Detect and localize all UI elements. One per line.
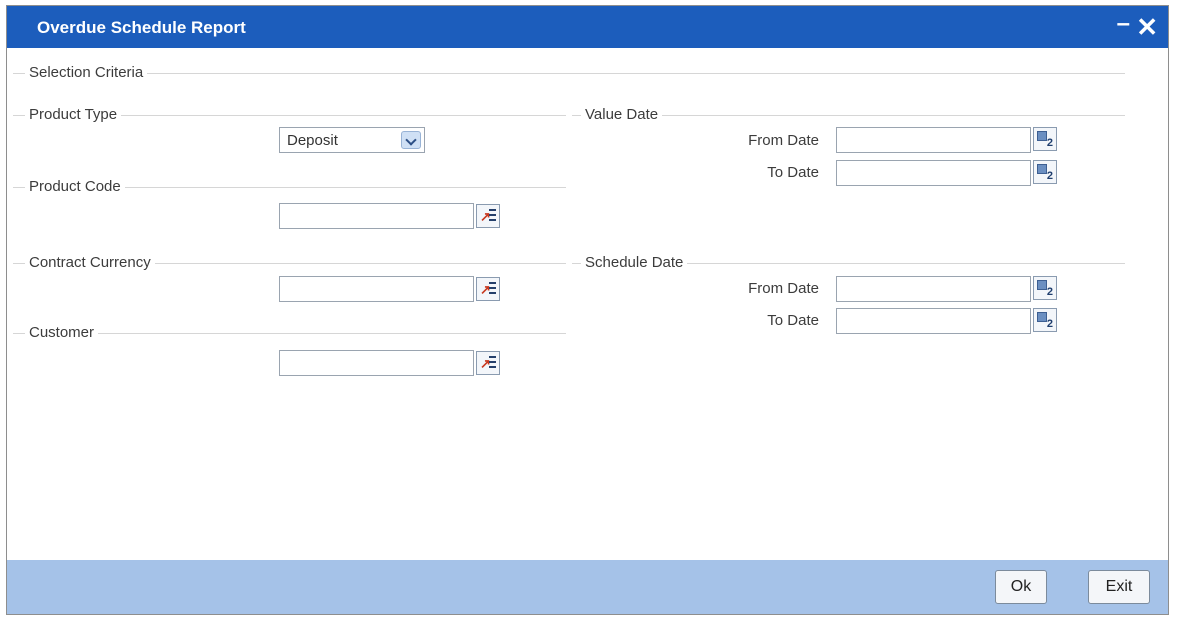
value-to-date-label: To Date: [767, 164, 819, 181]
value-from-date-calendar-button[interactable]: 2: [1033, 127, 1057, 151]
customer-lov-button[interactable]: ↗: [476, 351, 500, 375]
calendar-icon: [1037, 164, 1047, 174]
schedule-to-date-calendar-button[interactable]: 2: [1033, 308, 1057, 332]
contract-currency-input[interactable]: [279, 276, 474, 302]
product-type-select[interactable]: Deposit: [279, 127, 425, 153]
value-date-heading: Value Date: [581, 106, 663, 123]
schedule-from-date-label: From Date: [748, 280, 819, 297]
value-from-date-label: From Date: [748, 132, 819, 149]
window-title: Overdue Schedule Report: [37, 18, 246, 37]
schedule-date-heading: Schedule Date: [581, 254, 688, 271]
selection-criteria-line: [13, 73, 1125, 74]
product-code-input[interactable]: [279, 203, 474, 229]
chevron-down-icon[interactable]: [401, 131, 421, 149]
schedule-from-date-input[interactable]: [836, 276, 1031, 302]
report-window: Overdue Schedule Report – ✕ Selection Cr…: [6, 5, 1169, 615]
customer-heading: Customer: [25, 324, 99, 341]
contract-currency-lov-button[interactable]: ↗: [476, 277, 500, 301]
value-to-date-input[interactable]: [836, 160, 1031, 186]
calendar-icon: [1037, 312, 1047, 322]
calendar-icon: [1037, 280, 1047, 290]
exit-button[interactable]: Exit: [1088, 570, 1150, 604]
product-code-lov-button[interactable]: ↗: [476, 204, 500, 228]
schedule-from-date-calendar-button[interactable]: 2: [1033, 276, 1057, 300]
contract-currency-heading: Contract Currency: [25, 254, 155, 271]
value-from-date-input[interactable]: [836, 127, 1031, 153]
product-type-heading: Product Type: [25, 106, 122, 123]
selection-criteria-heading: Selection Criteria: [25, 64, 148, 81]
product-type-value: Deposit: [287, 132, 338, 149]
close-button[interactable]: ✕: [1136, 12, 1158, 43]
product-code-heading: Product Code: [25, 178, 125, 195]
value-to-date-calendar-button[interactable]: 2: [1033, 160, 1057, 184]
minimize-button[interactable]: –: [1117, 10, 1130, 38]
ok-button[interactable]: Ok: [995, 570, 1047, 604]
customer-input[interactable]: [279, 350, 474, 376]
footer-bar: Ok Exit: [7, 560, 1168, 614]
schedule-to-date-input[interactable]: [836, 308, 1031, 334]
title-bar: Overdue Schedule Report – ✕: [7, 6, 1168, 48]
schedule-to-date-label: To Date: [767, 312, 819, 329]
calendar-icon: [1037, 131, 1047, 141]
